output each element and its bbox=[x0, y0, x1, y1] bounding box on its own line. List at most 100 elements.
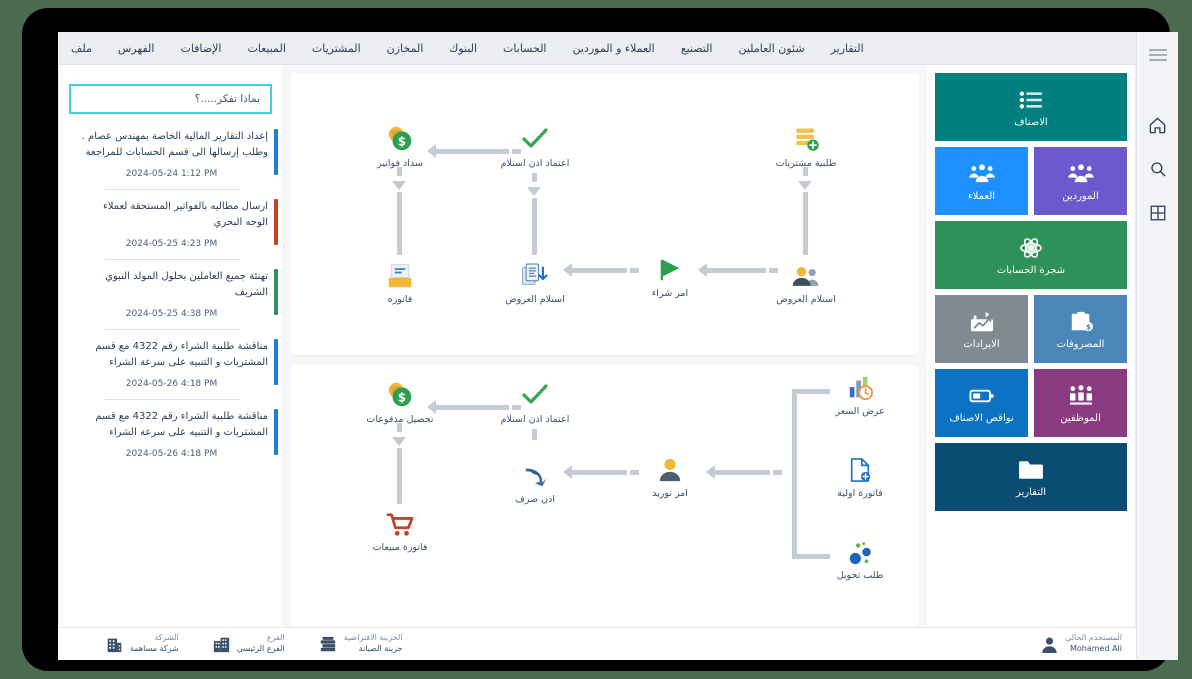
building-icon bbox=[106, 636, 123, 653]
menu-index[interactable]: الفهرس bbox=[105, 32, 168, 65]
status-bar: الشركةشركة مساهمة الفرعالفرع الرئيسي الخزي… bbox=[58, 627, 1136, 660]
connector-dash bbox=[532, 173, 537, 182]
tile-item-shortage[interactable]: نواقص الاصناف bbox=[935, 369, 1028, 437]
tile-label: العملاء bbox=[968, 191, 995, 202]
node-price-quote[interactable]: عرض السعر bbox=[812, 367, 908, 419]
arrow-head bbox=[392, 437, 406, 446]
node-pay-invoices[interactable]: $ سداد فواتير bbox=[352, 119, 448, 171]
node-invoice[interactable]: فاتوره bbox=[352, 255, 448, 307]
status-branch[interactable]: الفرعالفرع الرئيسي bbox=[213, 633, 285, 655]
supply-cycle-card: $ تحصيل مدفوعات اعتماد اذن استلام bbox=[290, 365, 919, 627]
node-issue-permit[interactable]: اذن صرف bbox=[487, 455, 583, 507]
node-approve-receipt-2[interactable]: اعتماد اذن استلام bbox=[487, 375, 583, 427]
menu-purchases[interactable]: المشتريات bbox=[299, 32, 374, 65]
user-icon bbox=[622, 449, 718, 483]
note-item[interactable]: مناقشة طلبية الشراء رقم 4322 مع قسم المش… bbox=[59, 400, 282, 469]
tile-suppliers[interactable]: الموردين bbox=[1034, 147, 1127, 215]
menu-manufacturing[interactable]: التصنيع bbox=[668, 32, 726, 65]
tile-items[interactable]: الاصناف bbox=[935, 73, 1127, 141]
list-bullets-icon bbox=[1014, 87, 1048, 113]
purchase-cycle-card: $ سداد فواتير اعتماد اذن استلام bbox=[290, 73, 919, 355]
node-purchase-request[interactable]: طلبية مشتريات bbox=[758, 119, 854, 171]
note-item[interactable]: إعداد التقارير المالية الخاصة بمهندس عصا… bbox=[59, 120, 282, 189]
node-purchase-order[interactable]: امر شراء bbox=[622, 249, 718, 301]
note-item[interactable]: ارسال مطاليه بالفواتير المستحقة لعملاء ا… bbox=[59, 190, 282, 259]
shopping-cart-icon bbox=[352, 503, 448, 537]
note-timestamp: 2024-05-25 4:23 PM bbox=[75, 239, 268, 249]
node-offers-intake[interactable]: استلام العروض bbox=[487, 255, 583, 307]
menu-reports[interactable]: التقارير bbox=[818, 32, 877, 65]
tile-label: الاصناف bbox=[1014, 117, 1047, 128]
menu-addons[interactable]: الإضافات bbox=[167, 32, 234, 65]
workflow-area: $ سداد فواتير اعتماد اذن استلام bbox=[282, 65, 927, 627]
connector bbox=[397, 192, 402, 255]
arrow-swoosh-icon bbox=[487, 455, 583, 489]
status-user[interactable]: المستخدم الحاليMohamed Ali bbox=[1041, 633, 1122, 655]
node-receive-offers[interactable]: استلام العروض bbox=[758, 255, 854, 307]
search-input[interactable]: بماذا تفكر.....؟ bbox=[69, 84, 272, 114]
node-transfer-request[interactable]: طلب تحويل bbox=[812, 531, 908, 583]
home-icon[interactable] bbox=[1143, 110, 1173, 140]
people-icon bbox=[969, 161, 995, 187]
tile-revenues[interactable]: الايرادات bbox=[935, 295, 1028, 363]
node-sales-invoice[interactable]: فاتورة مبيعات bbox=[352, 503, 448, 555]
search-icon[interactable] bbox=[1143, 154, 1173, 184]
main-body: بماذا تفكر.....؟ إعداد التقارير المالية … bbox=[58, 65, 1136, 627]
status-treasury[interactable]: الخزينة الافتراضيةخزينة الصيانة bbox=[319, 633, 403, 655]
svg-text:$: $ bbox=[1085, 322, 1090, 331]
menu-file[interactable]: ملف bbox=[58, 32, 105, 65]
windows-grid-icon[interactable] bbox=[1143, 198, 1173, 228]
file-add-icon bbox=[812, 449, 908, 483]
status-label: المستخدم الحالي bbox=[1065, 633, 1122, 644]
tile-label: المصروفات bbox=[1057, 339, 1105, 350]
notes-list: إعداد التقارير المالية الخاصة بمهندس عصا… bbox=[59, 120, 282, 469]
node-label: عرض السعر bbox=[812, 406, 908, 419]
node-label: استلام العروض bbox=[487, 294, 583, 307]
tile-customers[interactable]: العملاء bbox=[935, 147, 1028, 215]
menu-sales[interactable]: المبيعات bbox=[234, 32, 298, 65]
documents-download-icon bbox=[487, 255, 583, 289]
note-text: تهنئة جميع العاملين بحلول المولد النبوي … bbox=[75, 269, 268, 300]
arrow-head bbox=[798, 181, 812, 190]
menu-hr[interactable]: شئون العاملين bbox=[725, 32, 817, 65]
tile-label: شجرة الحسابات bbox=[997, 265, 1065, 276]
people-icon bbox=[1068, 161, 1094, 187]
note-text: مناقشة طلبية الشراء رقم 4322 مع قسم المش… bbox=[75, 339, 268, 370]
status-company[interactable]: الشركةشركة مساهمة bbox=[106, 633, 179, 655]
user-group-icon bbox=[758, 255, 854, 289]
tile-grid: الاصناف الموردين العملاء شجرة الحسابات $ المص… bbox=[935, 73, 1127, 511]
main-menu-bar: ملفالفهرسالإضافاتالمبيعاتالمشترياتالمخاز… bbox=[58, 32, 1178, 65]
node-collect-payments[interactable]: $ تحصيل مدفوعات bbox=[352, 375, 448, 427]
coins-dollar-icon: $ bbox=[352, 119, 448, 153]
note-timestamp: 2024-05-24 1:12 PM bbox=[75, 169, 268, 179]
green-check-icon bbox=[487, 375, 583, 409]
menu-customers-suppliers[interactable]: العملاء و الموردين bbox=[560, 32, 668, 65]
menu-accounts[interactable]: الحسابات bbox=[490, 32, 559, 65]
tile-reports[interactable]: التقارير bbox=[935, 443, 1127, 511]
chart-up-icon bbox=[969, 309, 995, 335]
note-timestamp: 2024-05-26 4:18 PM bbox=[75, 449, 268, 459]
node-proforma-invoice[interactable]: فاتورة اولية bbox=[812, 449, 908, 501]
tile-employees[interactable]: الموظفين bbox=[1034, 369, 1127, 437]
connector bbox=[532, 198, 537, 255]
tile-chart-accounts[interactable]: شجرة الحسابات bbox=[935, 221, 1127, 289]
note-item[interactable]: تهنئة جميع العاملين بحلول المولد النبوي … bbox=[59, 260, 282, 329]
tile-expenses[interactable]: $ المصروفات bbox=[1034, 295, 1127, 363]
note-item[interactable]: مناقشة طلبية الشراء رقم 4322 مع قسم المش… bbox=[59, 330, 282, 399]
node-label: طلبية مشتريات bbox=[758, 158, 854, 171]
node-approve-receipt[interactable]: اعتماد اذن استلام bbox=[487, 119, 583, 171]
menu-stores[interactable]: المخازن bbox=[374, 32, 437, 65]
node-supply-order[interactable]: امر توريد bbox=[622, 449, 718, 501]
hamburger-icon[interactable] bbox=[1143, 40, 1173, 70]
node-label: تحصيل مدفوعات bbox=[352, 414, 448, 427]
green-check-icon bbox=[487, 119, 583, 153]
connector-dash bbox=[532, 429, 537, 440]
bar-chart-clock-icon bbox=[812, 367, 908, 401]
arrow-head bbox=[527, 187, 541, 196]
note-accent-bar bbox=[274, 269, 278, 315]
menu-banks[interactable]: البنوك bbox=[436, 32, 490, 65]
atom-gear-icon bbox=[1019, 235, 1043, 261]
note-accent-bar bbox=[274, 199, 278, 245]
tile-label: الموردين bbox=[1062, 191, 1098, 202]
note-timestamp: 2024-05-26 4:18 PM bbox=[75, 379, 268, 389]
